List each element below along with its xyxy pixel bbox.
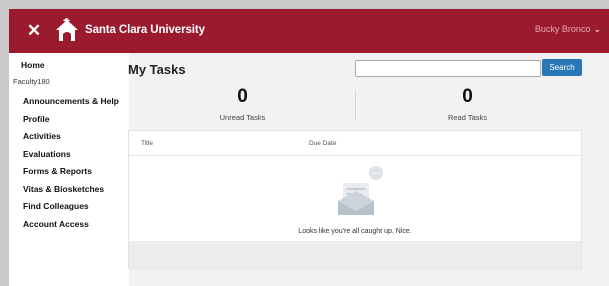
close-icon[interactable]: ✕ bbox=[23, 20, 45, 42]
empty-inbox-icon bbox=[338, 166, 383, 215]
sidebar: Home Faculty180 Announcements & Help Pro… bbox=[9, 53, 129, 286]
sidebar-item-account-access[interactable]: Account Access bbox=[23, 216, 119, 234]
search-button[interactable]: Search bbox=[542, 59, 582, 76]
sidebar-item-find-colleagues[interactable]: Find Colleagues bbox=[23, 198, 119, 216]
sidebar-item-home[interactable]: Home bbox=[21, 60, 45, 70]
column-header-title[interactable]: Title bbox=[141, 140, 153, 147]
read-tasks-label: Read Tasks bbox=[447, 113, 488, 122]
unread-tasks-label: Unread Tasks bbox=[219, 113, 266, 122]
sidebar-item-activities[interactable]: Activities bbox=[23, 128, 119, 146]
sidebar-item-vitas[interactable]: Vitas & Biosketches bbox=[23, 181, 119, 199]
unread-tasks-count: 0 bbox=[237, 86, 248, 107]
read-tasks-count: 0 bbox=[462, 86, 473, 107]
top-bar: ✕ Santa Clara University Bucky Bronco ⌄ bbox=[9, 9, 609, 53]
read-tasks-stat[interactable]: 0 Read Tasks bbox=[355, 86, 580, 122]
sidebar-subtitle: Faculty180 bbox=[13, 77, 50, 86]
santa-clara-logo-icon bbox=[56, 18, 78, 41]
sidebar-item-announcements[interactable]: Announcements & Help bbox=[23, 93, 119, 111]
unread-tasks-stat[interactable]: 0 Unread Tasks bbox=[130, 86, 355, 122]
brand-name[interactable]: Santa Clara University bbox=[85, 24, 205, 36]
sidebar-nav-list: Announcements & Help Profile Activities … bbox=[23, 93, 119, 233]
user-name: Bucky Bronco bbox=[534, 24, 591, 34]
page-title: My Tasks bbox=[128, 62, 186, 77]
sidebar-item-forms-reports[interactable]: Forms & Reports bbox=[23, 163, 119, 181]
table-header: Title Due Date bbox=[129, 131, 581, 156]
sidebar-item-evaluations[interactable]: Evaluations bbox=[23, 146, 119, 164]
sidebar-item-profile[interactable]: Profile bbox=[23, 111, 119, 129]
empty-state-message: Looks like you're all caught up. Nice. bbox=[298, 228, 412, 235]
search-input[interactable] bbox=[355, 60, 541, 77]
chevron-down-icon: ⌄ bbox=[593, 24, 601, 34]
column-header-due-date[interactable]: Due Date bbox=[309, 140, 336, 147]
user-menu[interactable]: Bucky Bronco ⌄ bbox=[535, 24, 601, 35]
table-footer bbox=[129, 241, 581, 270]
tasks-table: Title Due Date Looks like you're all cau… bbox=[128, 130, 582, 270]
